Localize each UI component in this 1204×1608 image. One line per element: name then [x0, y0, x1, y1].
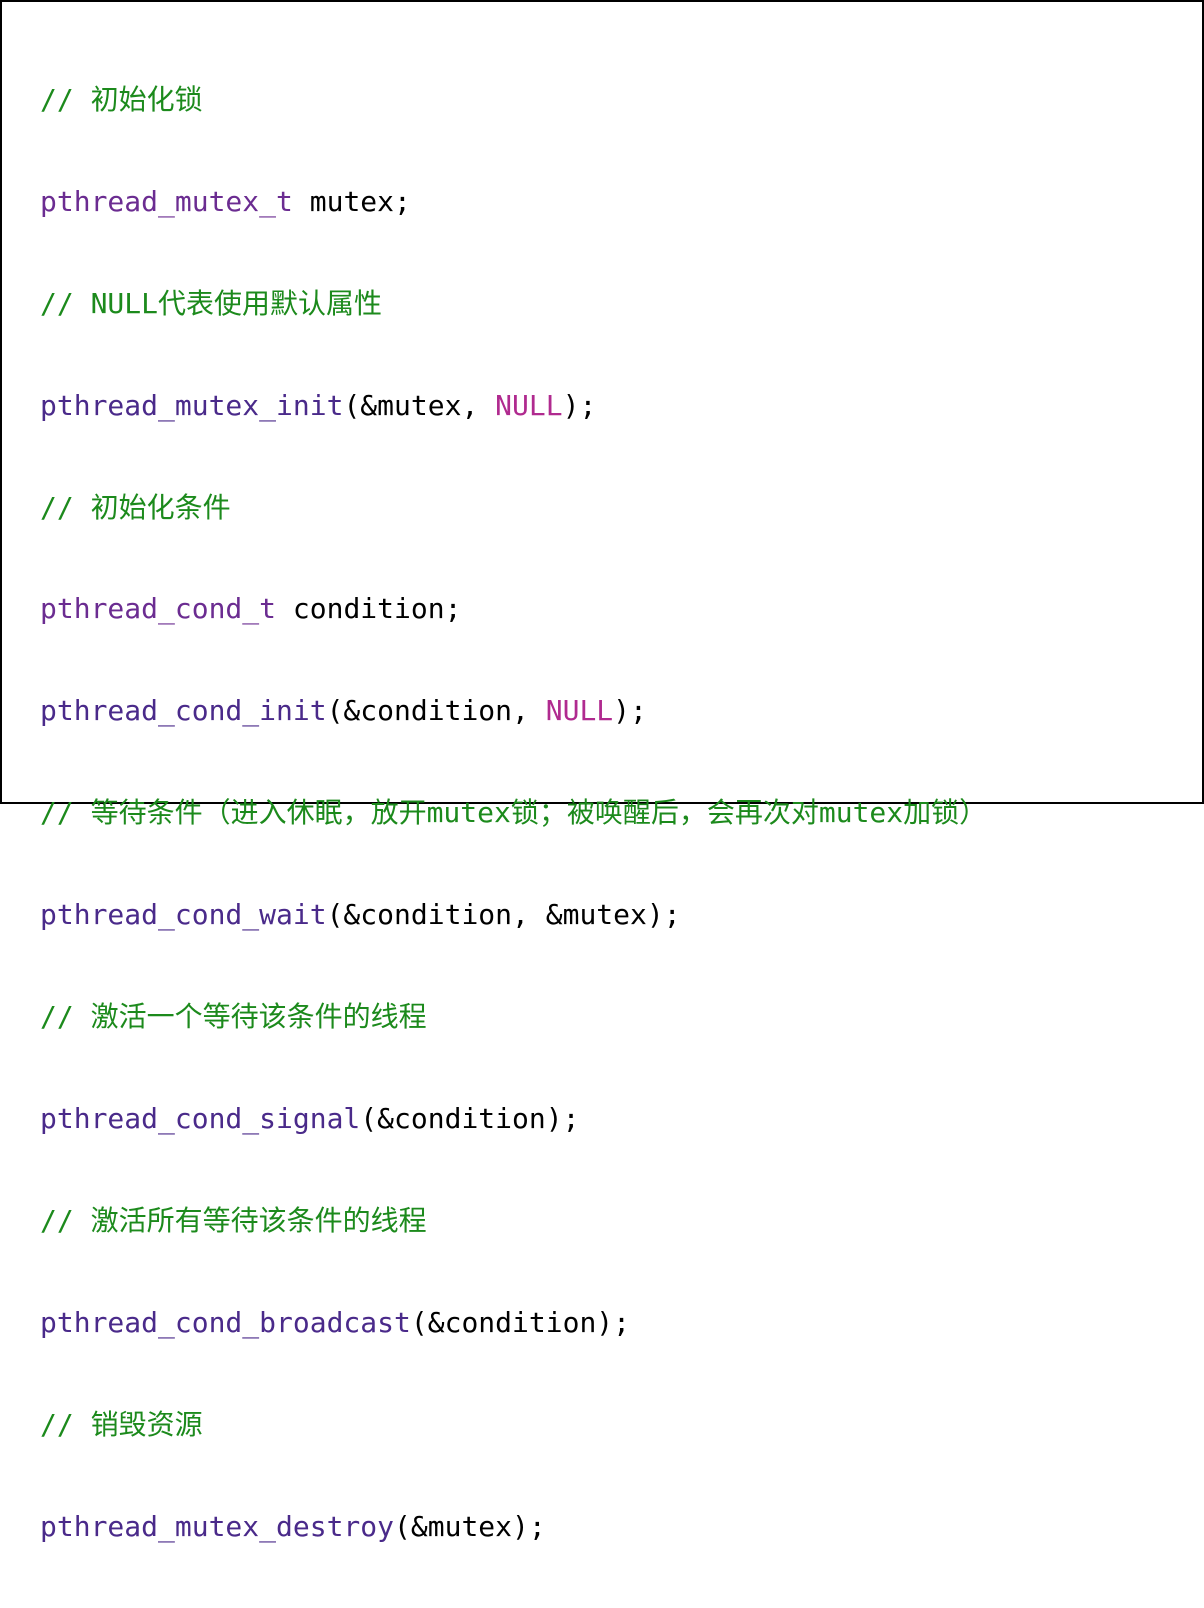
punct: ); — [563, 389, 597, 422]
code-line: // 等待条件（进入休眠，放开mutex锁；被唤醒后，会再次对mutex加锁） — [40, 788, 1164, 839]
code-line: pthread_cond_broadcast(&condition); — [40, 1298, 1164, 1349]
function-call: pthread_cond_signal — [40, 1102, 360, 1135]
punct: (&condition, &mutex); — [327, 898, 681, 931]
code-line: pthread_cond_wait(&condition, &mutex); — [40, 890, 1164, 941]
function-call: pthread_mutex_destroy — [40, 1510, 394, 1543]
null-keyword: NULL — [495, 389, 562, 422]
punct: (&condition); — [360, 1102, 579, 1135]
comment: // 初始化条件 — [40, 491, 231, 524]
code-line: pthread_cond_destroy(&condition); — [40, 1604, 1164, 1608]
comment: // 初始化锁 — [40, 83, 203, 116]
null-keyword: NULL — [546, 694, 613, 727]
punct: (&condition, — [327, 694, 546, 727]
code-block: // 初始化锁 pthread_mutex_t mutex; // NULL代表… — [40, 24, 1164, 1608]
code-line: pthread_cond_t condition; — [40, 584, 1164, 635]
type-name: pthread_cond_t — [40, 592, 276, 625]
code-line: // 销毁资源 — [40, 1400, 1164, 1451]
function-call: pthread_cond_wait — [40, 898, 327, 931]
comment: // 等待条件（进入休眠，放开mutex锁；被唤醒后，会再次对mutex加锁） — [40, 796, 987, 829]
punct: (&mutex, — [343, 389, 495, 422]
code-line: // 初始化条件 — [40, 483, 1164, 534]
comment: // 激活所有等待该条件的线程 — [40, 1204, 427, 1237]
code-line: // 激活所有等待该条件的线程 — [40, 1196, 1164, 1247]
identifier: mutex; — [293, 185, 411, 218]
code-line: // 激活一个等待该条件的线程 — [40, 992, 1164, 1043]
code-line: pthread_cond_init(&condition, NULL); — [40, 686, 1164, 737]
comment: // NULL代表使用默认属性 — [40, 287, 382, 320]
identifier: condition; — [276, 592, 461, 625]
function-call: pthread_mutex_init — [40, 389, 343, 422]
type-name: pthread_mutex_t — [40, 185, 293, 218]
function-call: pthread_cond_broadcast — [40, 1306, 411, 1339]
punct: (&condition); — [411, 1306, 630, 1339]
comment: // 销毁资源 — [40, 1408, 203, 1441]
punct: (&mutex); — [394, 1510, 546, 1543]
code-line: pthread_mutex_t mutex; — [40, 177, 1164, 228]
code-line: pthread_mutex_destroy(&mutex); — [40, 1502, 1164, 1553]
punct: ); — [613, 694, 647, 727]
code-line: pthread_mutex_init(&mutex, NULL); — [40, 381, 1164, 432]
comment: // 激活一个等待该条件的线程 — [40, 1000, 427, 1033]
code-line: // NULL代表使用默认属性 — [40, 279, 1164, 330]
code-line: // 初始化锁 — [40, 75, 1164, 126]
function-call: pthread_cond_init — [40, 694, 327, 727]
code-line: pthread_cond_signal(&condition); — [40, 1094, 1164, 1145]
